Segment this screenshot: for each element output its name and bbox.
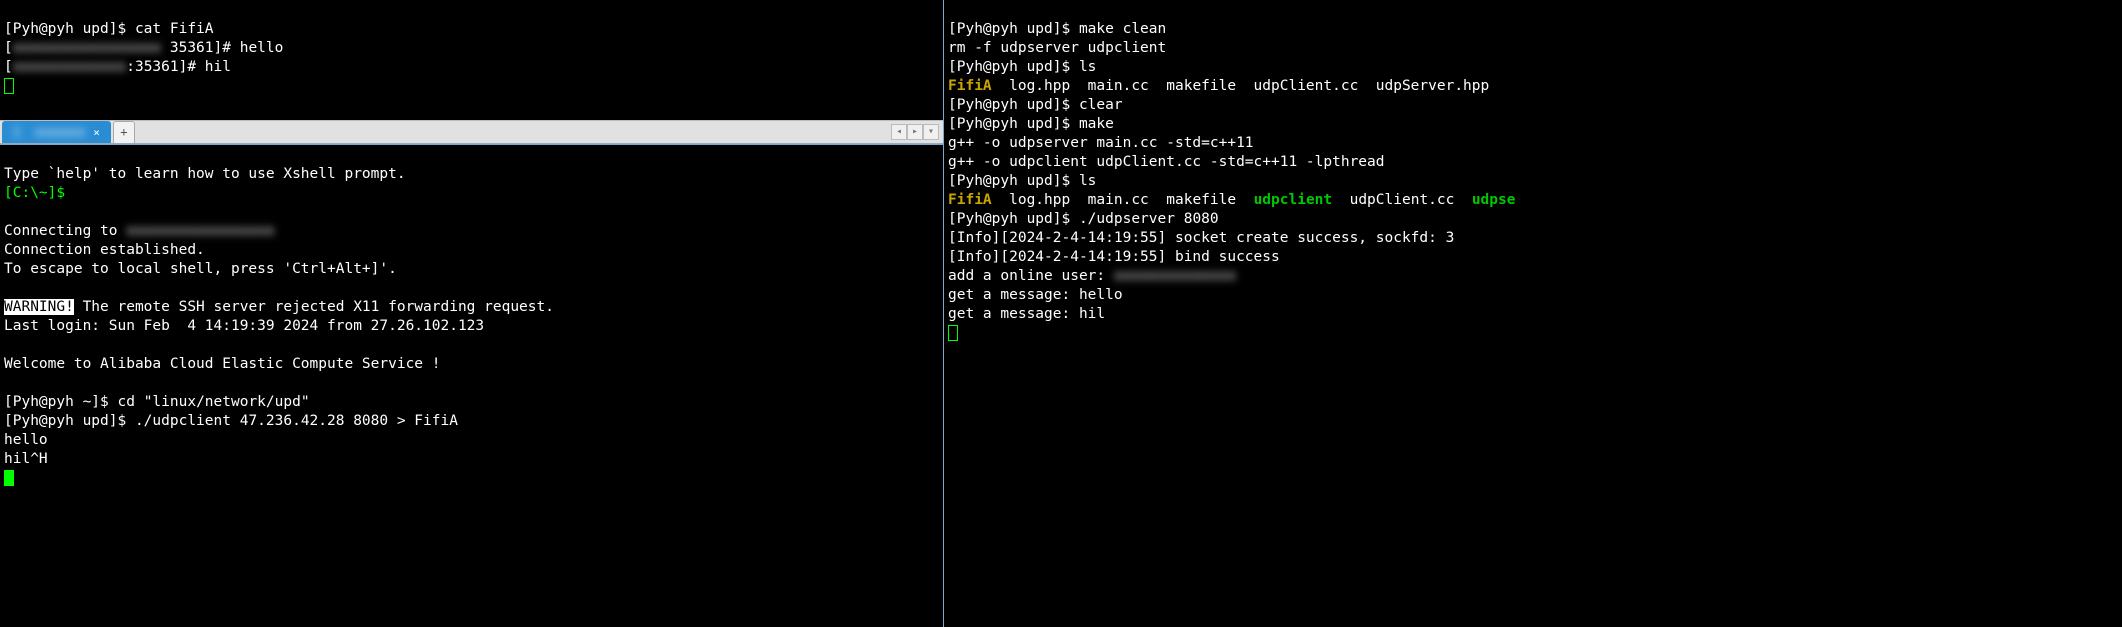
plus-icon: + (120, 123, 127, 142)
command: make (1079, 116, 1114, 132)
last-login: Last login: Sun Feb 4 14:19:39 2024 from… (4, 318, 484, 334)
help-line: Type `help' to learn how to use Xshell p… (4, 166, 406, 182)
command: make clean (1079, 21, 1166, 37)
prompt: [Pyh@pyh ~]$ (4, 394, 118, 410)
right-terminal[interactable]: [Pyh@pyh upd]$ make clean rm -f udpserve… (944, 0, 2122, 627)
redacted-host: xxxxxxxxxxxxxxxxx (126, 223, 274, 239)
prompt: [Pyh@pyh upd]$ (948, 116, 1079, 132)
cursor (4, 78, 14, 94)
redacted-ip: xxxxxxxxxxxxxx (1114, 268, 1236, 284)
command: clear (1079, 97, 1123, 113)
ls-entry-file: FifiA (948, 78, 992, 94)
warning-text: The remote SSH server rejected X11 forwa… (74, 299, 554, 315)
output-line: rm -f udpserver udpclient (948, 40, 1166, 56)
tab-prev-button[interactable]: ◂ (891, 124, 907, 140)
new-tab-button[interactable]: + (113, 121, 135, 143)
command: ./udpserver 8080 (1079, 211, 1219, 227)
close-icon[interactable]: × (93, 123, 100, 142)
prompt: [Pyh@pyh upd]$ (948, 173, 1079, 189)
command: cd "linux/network/upd" (118, 394, 310, 410)
log-info: [Info][2024-2-4-14:19:55] socket create … (948, 230, 1454, 246)
stdin-line: hil^H (4, 451, 48, 467)
output-fragment: [ (4, 40, 13, 56)
command: cat FifiA (135, 21, 214, 37)
prompt: [Pyh@pyh upd]$ (948, 211, 1079, 227)
tab-next-button[interactable]: ▸ (907, 124, 923, 140)
output-fragment: [ (4, 59, 13, 75)
log-line: get a message: hil (948, 306, 1105, 322)
redacted-host: xxxxxxxxxxxxx (13, 59, 127, 75)
ls-entry-exe: udpclient (1254, 192, 1333, 208)
cursor (948, 325, 958, 341)
ls-entries: log.hpp main.cc makefile (992, 192, 1254, 208)
connecting-line: Connecting to (4, 223, 126, 239)
prompt: [Pyh@pyh upd]$ (948, 59, 1079, 75)
output-line: g++ -o udpclient udpClient.cc -std=c++11… (948, 154, 1385, 170)
output-line: g++ -o udpserver main.cc -std=c++11 (948, 135, 1254, 151)
prompt: [Pyh@pyh upd]$ (948, 21, 1079, 37)
cursor (4, 470, 14, 486)
tab-session-1[interactable]: 1 xxxxxxx × (2, 121, 111, 143)
tab-menu-button[interactable]: ▾ (923, 124, 939, 140)
log-line: add a online user: (948, 268, 1114, 284)
ls-entries: log.hpp main.cc makefile udpClient.cc ud… (992, 78, 1490, 94)
ls-entry-exe: udpse (1472, 192, 1516, 208)
escape-hint: To escape to local shell, press 'Ctrl+Al… (4, 261, 397, 277)
warning-badge: WARNING! (4, 299, 74, 315)
connected-line: Connection established. (4, 242, 205, 258)
prompt: [Pyh@pyh upd]$ (4, 413, 135, 429)
stdin-line: hello (4, 432, 48, 448)
command: ./udpclient 47.236.42.28 8080 > FifiA (135, 413, 458, 429)
output-fragment: 35361]# hello (161, 40, 283, 56)
command: ls (1079, 59, 1096, 75)
log-line: get a message: hello (948, 287, 1123, 303)
prompt: [Pyh@pyh upd]$ (4, 21, 135, 37)
output-fragment: :35361]# hil (126, 59, 231, 75)
top-terminal[interactable]: [Pyh@pyh upd]$ cat FifiA [xxxxxxxxxxxxxx… (0, 0, 943, 120)
command: ls (1079, 173, 1096, 189)
tab-label: 1 xxxxxxx (13, 123, 85, 142)
welcome-banner: Welcome to Alibaba Cloud Elastic Compute… (4, 356, 441, 372)
ls-entries: udpClient.cc (1332, 192, 1472, 208)
ls-entry-file: FifiA (948, 192, 992, 208)
log-info: [Info][2024-2-4-14:19:55] bind success (948, 249, 1280, 265)
bottom-terminal[interactable]: Type `help' to learn how to use Xshell p… (0, 144, 943, 627)
redacted-host: xxxxxxxxxxxxxxxxx (13, 40, 161, 56)
tab-bar: 1 xxxxxxx × + ◂ ▸ ▾ (0, 120, 943, 144)
local-prompt: [C:\~]$ (4, 185, 74, 201)
prompt: [Pyh@pyh upd]$ (948, 97, 1079, 113)
